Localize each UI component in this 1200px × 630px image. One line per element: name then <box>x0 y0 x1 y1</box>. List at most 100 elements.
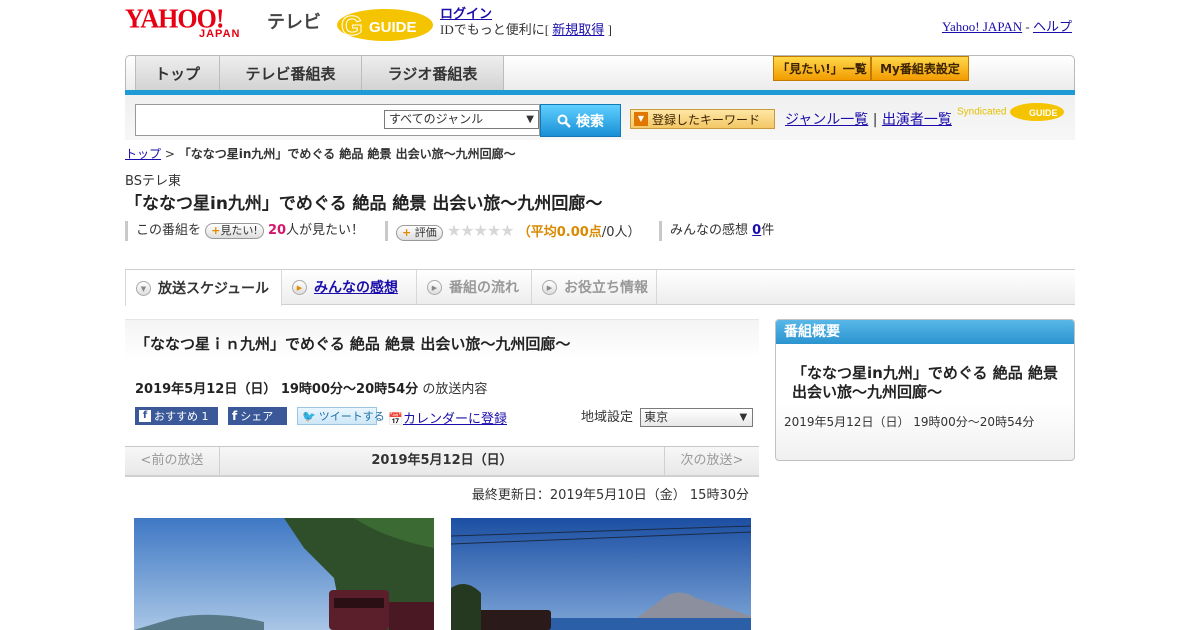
tab-reviews[interactable]: ▶ みんなの感想 <box>282 270 417 304</box>
search-button-label: 検索 <box>576 113 604 130</box>
breadcrumb-home[interactable]: トップ <box>125 147 161 161</box>
tab-reviews-label: みんなの感想 <box>314 280 398 296</box>
train-sea-photo <box>451 518 751 630</box>
chevron-right-icon: ▶ <box>542 279 557 295</box>
yahoo-japan-link[interactable]: Yahoo! JAPAN <box>942 19 1022 34</box>
gguide-small-logo: GUIDE <box>1010 103 1065 121</box>
chevron-down-icon: ▼ <box>739 412 748 423</box>
rating-average: 平均0.00点 <box>530 225 602 240</box>
site-header: YAHOO! JAPAN テレビ G GUIDE ログイン IDでもっと便利に[… <box>125 3 1075 48</box>
genre-select-value: すべてのジャンル <box>389 112 484 126</box>
fb-recommend-button[interactable]: f おすすめ 1 <box>135 407 218 425</box>
registered-keyword-button[interactable]: ▼ 登録したキーワード <box>630 109 775 129</box>
mitai-stat: この番組を +見たい! 20人が見たい！ <box>125 221 364 241</box>
breadcrumb-current: 「ななつ星in九州」でめぐる 絶品 絶景 出会い旅～九州回廊～ <box>178 147 516 161</box>
genre-list-link[interactable]: ジャンル一覧 <box>785 112 868 128</box>
review-count-link[interactable]: 0 <box>752 223 761 238</box>
rate-button[interactable]: + 評価 <box>396 224 443 241</box>
calendar-register-link[interactable]: カレンダーに登録 <box>403 412 507 427</box>
program-summary-heading: 番組概要 <box>776 320 1074 344</box>
tab-tv-schedule[interactable]: テレビ番組表 <box>220 56 362 90</box>
fb-share-button[interactable]: f シェア <box>228 407 287 425</box>
channel-name: BSテレ東 <box>125 174 181 189</box>
tab-useful-info-label: お役立ち情報 <box>564 280 648 296</box>
rating-count: /0人） <box>601 225 641 240</box>
chevron-down-icon: ▼ <box>526 114 534 125</box>
program-summary-panel: 番組概要 「ななつ星in九州」でめぐる 絶品 絶景 出会い旅～九州回廊～ 201… <box>775 319 1075 461</box>
login-sub-text: IDでもっと便利に[ <box>440 22 550 37</box>
tab-useful-info: ▶ お役立ち情報 <box>532 270 657 304</box>
syndicated-gguide-badge: Syndicated GUIDE <box>957 101 1065 123</box>
yahoo-logo-text: YAHOO! <box>125 3 225 34</box>
review-unit: 件 <box>761 223 775 238</box>
rating-stat: + 評価 ★★★★★ （平均0.00点/0人） <box>385 221 640 241</box>
search-button[interactable]: 検索 <box>540 104 621 137</box>
chevron-right-icon: ▶ <box>427 279 442 295</box>
tab-program-flow-label: 番組の流れ <box>449 280 519 296</box>
train-mountain-photo <box>134 518 434 630</box>
review-stat: みんなの感想 0件 <box>659 221 774 241</box>
tab-broadcast-schedule-label: 放送スケジュール <box>158 281 270 297</box>
breadcrumb-separator: > <box>164 147 175 161</box>
genre-select[interactable]: すべてのジャンル ▼ <box>384 110 539 129</box>
performer-list-link[interactable]: 出演者一覧 <box>882 112 952 128</box>
chevron-down-icon: ▼ <box>136 280 151 296</box>
plus-icon: + <box>211 223 221 237</box>
top-links: Yahoo! JAPAN - ヘルプ <box>942 16 1072 35</box>
tab-radio-schedule[interactable]: ラジオ番組表 <box>362 56 504 90</box>
date-navigation: <前の放送 2019年5月12日（日） 次の放送> <box>125 446 759 477</box>
rating-average-open: （ <box>517 225 531 240</box>
twitter-bird-icon: 🐦 <box>302 409 316 423</box>
region-setting: 地域設定 東京 ▼ <box>581 406 754 427</box>
login-block: ログイン IDでもっと便利に[ 新規取得 ] <box>440 6 612 38</box>
mitai-stat-prefix: この番組を <box>136 223 202 238</box>
tab-broadcast-schedule[interactable]: ▼ 放送スケジュール <box>125 270 282 306</box>
mitai-stat-suffix: 人が見たい！ <box>286 223 365 238</box>
top-links-separator: - <box>1025 19 1030 34</box>
tweet-button[interactable]: 🐦 ツイートする <box>297 407 385 425</box>
breadcrumb: トップ > 「ななつ星in九州」でめぐる 絶品 絶景 出会い旅～九州回廊～ <box>125 145 516 162</box>
genre-links: ジャンル一覧 | 出演者一覧 <box>785 109 952 129</box>
region-select[interactable]: 東京 ▼ <box>640 408 754 427</box>
mitai-button[interactable]: +見たい! <box>205 222 264 239</box>
registered-keyword-label: 登録したキーワード <box>652 112 761 127</box>
episode-panel: 「ななつ星ｉｎ九州」でめぐる 絶品 絶景 出会い旅～九州回廊～ 2019年5月1… <box>125 319 759 449</box>
mitai-button-label: 見たい! <box>220 223 258 237</box>
rate-button-label: 評価 <box>414 225 437 239</box>
rating-stars-icon: ★★★★★ <box>446 221 515 240</box>
svg-text:GUIDE: GUIDE <box>369 19 417 36</box>
facebook-icon: f <box>139 410 151 422</box>
program-photo-1 <box>134 518 434 630</box>
mitai-count: 20 <box>267 223 287 238</box>
svg-text:G: G <box>341 10 363 41</box>
calendar-register[interactable]: 📅カレンダーに登録 <box>388 408 507 427</box>
syndicated-label: Syndicated <box>957 106 1007 118</box>
review-label: みんなの感想 <box>670 223 749 238</box>
yahoo-logo-sub: JAPAN <box>199 28 241 40</box>
signup-link[interactable]: 新規取得 <box>552 22 604 37</box>
program-summary-title: 「ななつ星in九州」でめぐる 絶品 絶景 出会い旅～九州回廊～ <box>792 364 1058 401</box>
program-summary-time: 2019年5月12日（日） 19時00分～20時54分 <box>784 415 1035 429</box>
next-broadcast-button[interactable]: 次の放送> <box>664 447 759 475</box>
chevron-right-icon: ▶ <box>292 279 307 295</box>
region-label: 地域設定 <box>581 410 634 425</box>
my-schedule-button[interactable]: My番組表設定 <box>871 56 969 81</box>
tv-label: テレビ <box>267 12 321 33</box>
login-link[interactable]: ログイン <box>440 6 492 21</box>
tab-top[interactable]: トップ <box>135 56 220 90</box>
gguide-logo[interactable]: G GUIDE <box>335 6 435 44</box>
region-select-value: 東京 <box>644 410 669 424</box>
main-nav: トップ テレビ番組表 ラジオ番組表 「見たい!」一覧 My番組表設定 <box>125 55 1075 95</box>
fb-share-label: シェア <box>240 410 274 423</box>
program-photo-2 <box>451 518 751 630</box>
program-subtabs: ▼ 放送スケジュール ▶ みんなの感想 ▶ 番組の流れ ▶ お役立ち情報 <box>125 269 1075 306</box>
tab-program-flow: ▶ 番組の流れ <box>417 270 532 304</box>
help-link[interactable]: ヘルプ <box>1033 19 1072 34</box>
dropdown-triangle-icon: ▼ <box>634 112 648 126</box>
prev-broadcast-button[interactable]: <前の放送 <box>125 447 220 475</box>
mitai-list-button[interactable]: 「見たい!」一覧 <box>773 56 871 81</box>
yahoo-japan-logo[interactable]: YAHOO! JAPAN <box>125 3 265 44</box>
episode-datetime: 2019年5月12日（日） 19時00分～20時54分 の放送内容 <box>135 378 487 397</box>
episode-title: 「ななつ星ｉｎ九州」でめぐる 絶品 絶景 出会い旅～九州回廊～ <box>135 335 571 353</box>
search-icon <box>557 114 571 128</box>
